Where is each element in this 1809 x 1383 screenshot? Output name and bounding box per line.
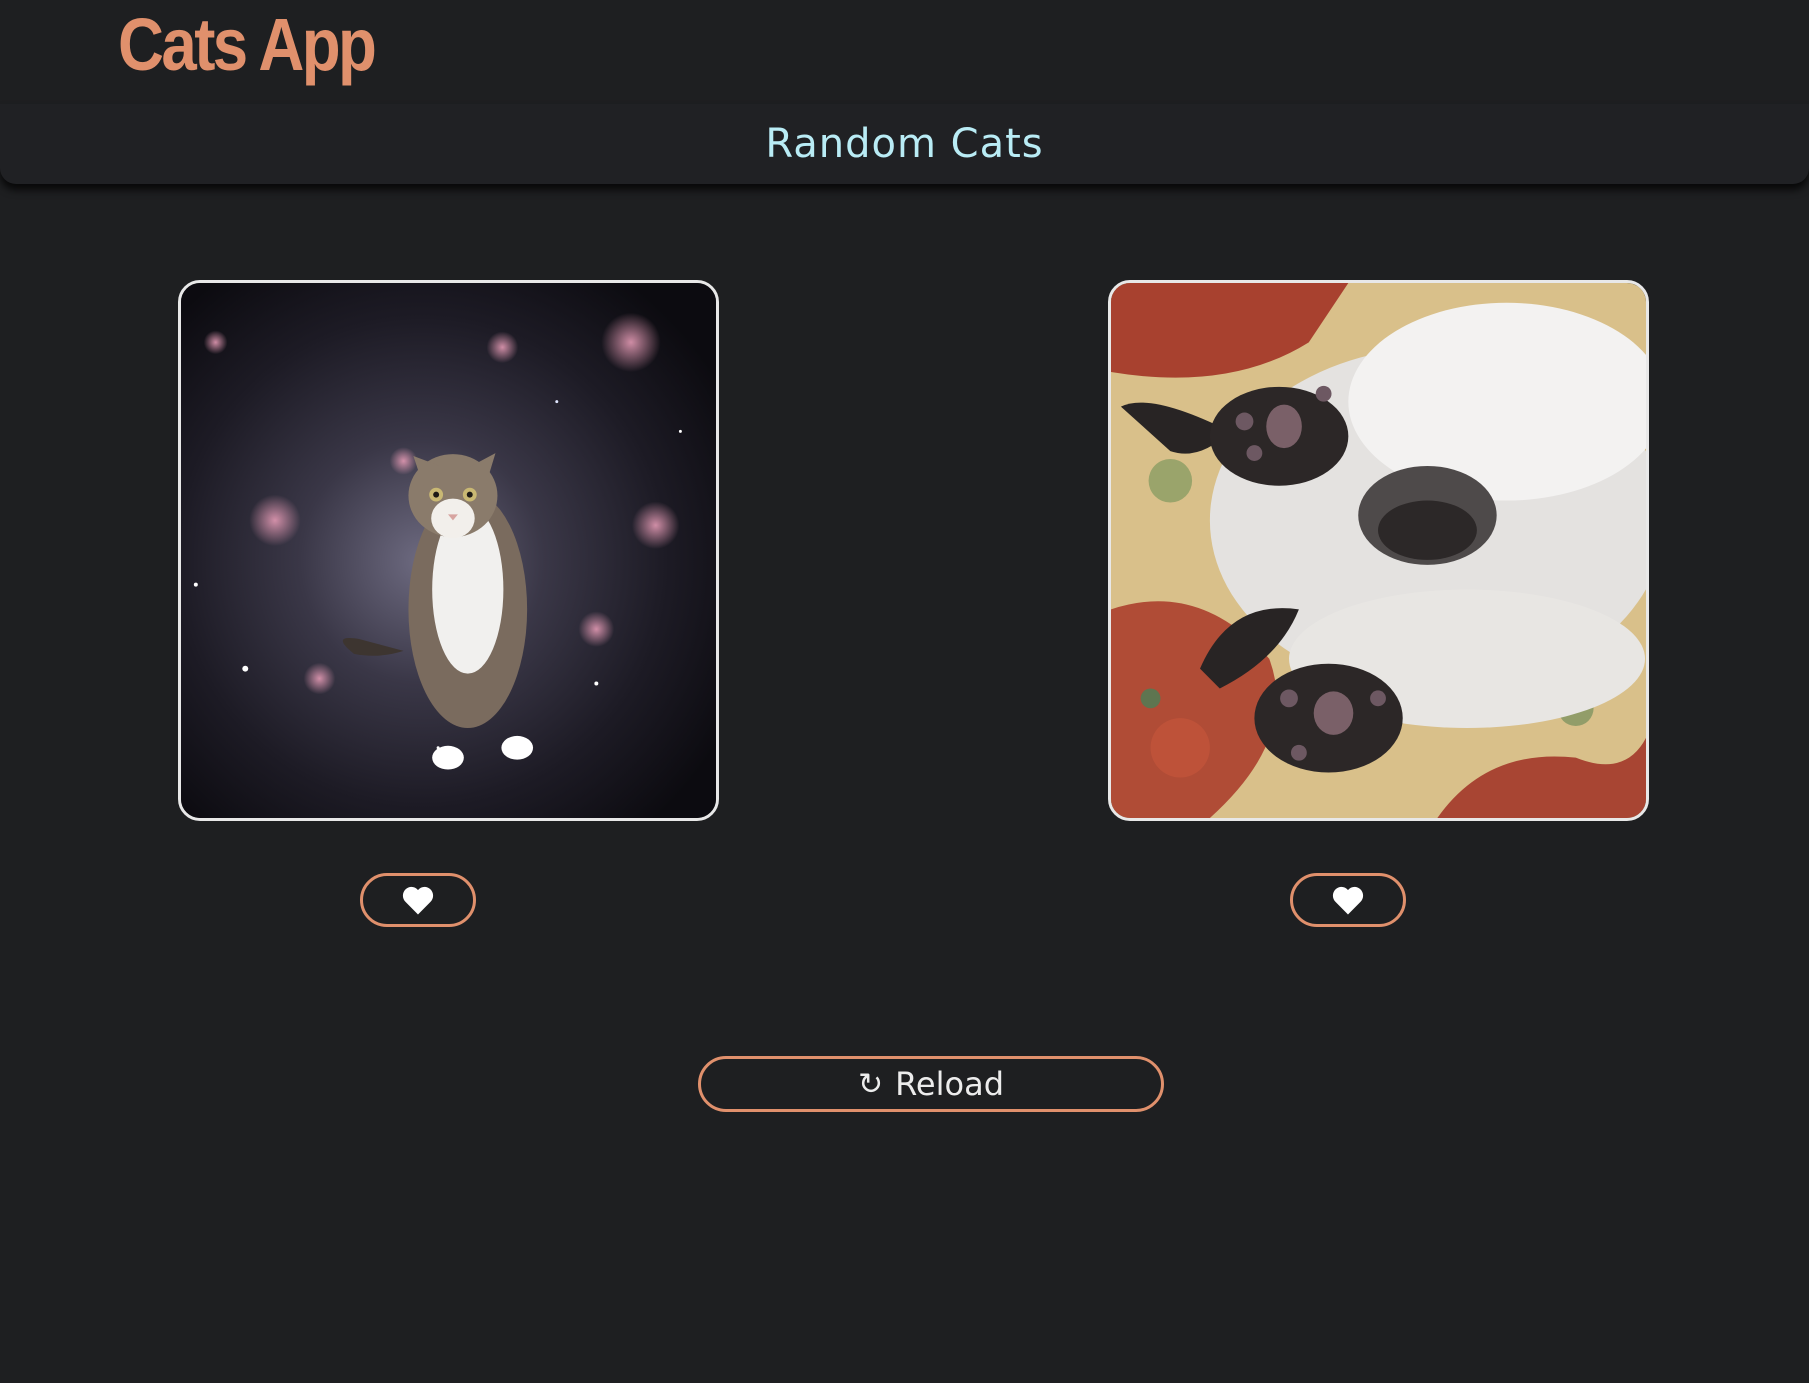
reload-button[interactable]: ↻ Reload xyxy=(698,1056,1164,1112)
top-bar: Cats App xyxy=(0,0,1809,104)
app-title: Cats App xyxy=(118,3,377,86)
cat-photo-sleeping xyxy=(1111,283,1646,818)
cat-image-1 xyxy=(178,280,719,821)
heart-icon xyxy=(402,886,434,915)
page-header: Random Cats xyxy=(0,104,1809,184)
reload-icon: ↻ xyxy=(857,1066,884,1102)
reload-label: Reload xyxy=(895,1065,1004,1103)
cat-image-2 xyxy=(1108,280,1649,821)
cat-photo-space xyxy=(181,283,716,818)
like-button-1[interactable] xyxy=(360,873,476,927)
like-button-2[interactable] xyxy=(1290,873,1406,927)
heart-icon xyxy=(1332,886,1364,915)
page-title: Random Cats xyxy=(765,121,1044,167)
